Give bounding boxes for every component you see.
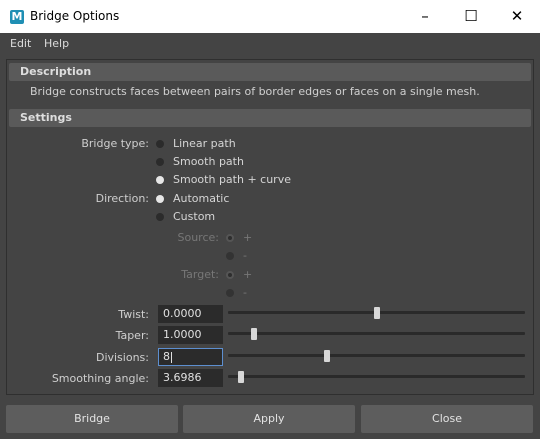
radio-automatic-dot[interactable] — [156, 195, 164, 203]
radio-automatic-label: Automatic — [173, 192, 230, 205]
maximize-button[interactable]: ☐ — [448, 0, 494, 33]
divisions-field[interactable]: 8 — [158, 348, 223, 366]
taper-label: Taper: — [115, 329, 149, 342]
title-bar: M Bridge Options – ☐ ✕ — [0, 0, 540, 33]
window-title: Bridge Options — [30, 9, 120, 23]
options-panel: Description Bridge constructs faces betw… — [6, 59, 534, 395]
divisions-slider-track[interactable] — [228, 354, 525, 357]
radio-linear-path-label: Linear path — [173, 137, 236, 150]
taper-field[interactable]: 1.0000 — [158, 326, 223, 344]
twist-field[interactable]: 0.0000 — [158, 305, 223, 323]
radio-smooth-path-curve-dot[interactable] — [156, 176, 164, 184]
description-section-header[interactable]: Description — [9, 63, 531, 81]
menu-help[interactable]: Help — [44, 37, 69, 50]
smoothing-angle-field[interactable]: 3.6986 — [158, 369, 223, 387]
taper-slider-handle[interactable] — [251, 328, 258, 340]
text-caret — [171, 351, 172, 363]
apply-button[interactable]: Apply — [183, 405, 355, 433]
close-button[interactable]: Close — [361, 405, 533, 433]
smoothing-angle-label: Smoothing angle: — [51, 372, 149, 385]
radio-smooth-path-label: Smooth path — [173, 155, 244, 168]
radio-custom-dot[interactable] — [156, 213, 164, 221]
radio-target-plus-label: + — [243, 268, 253, 281]
radio-linear-path-dot[interactable] — [156, 140, 164, 148]
direction-label: Direction: — [95, 192, 149, 205]
bridge-type-label: Bridge type: — [81, 137, 149, 150]
settings-section-header[interactable]: Settings — [9, 109, 531, 127]
radio-target-minus-label: - — [243, 286, 247, 299]
twist-slider-handle[interactable] — [373, 307, 380, 319]
target-label: Target: — [181, 268, 219, 281]
minimize-button[interactable]: – — [402, 0, 448, 33]
radio-smooth-path-dot[interactable] — [156, 158, 164, 166]
radio-source-minus-label: - — [243, 249, 247, 262]
smoothing-angle-slider-handle[interactable] — [238, 371, 245, 383]
menu-bar: Edit Help — [0, 33, 540, 53]
maya-app-icon: M — [10, 10, 24, 24]
close-window-button[interactable]: ✕ — [494, 0, 540, 33]
radio-custom-label: Custom — [173, 210, 216, 223]
source-label: Source: — [177, 231, 220, 244]
bridge-button[interactable]: Bridge — [6, 405, 178, 433]
menu-edit[interactable]: Edit — [10, 37, 31, 50]
radio-target-minus-dot[interactable] — [226, 289, 234, 297]
radio-source-minus-dot[interactable] — [226, 252, 234, 260]
radio-source-plus-dot[interactable] — [226, 234, 234, 242]
taper-slider-track[interactable] — [228, 332, 525, 335]
radio-source-plus-label: + — [243, 231, 253, 244]
radio-target-plus-dot[interactable] — [226, 271, 234, 279]
divisions-value: 8 — [163, 350, 170, 363]
divisions-label: Divisions: — [95, 351, 149, 364]
description-text: Bridge constructs faces between pairs of… — [30, 85, 480, 98]
smoothing-angle-slider-track[interactable] — [228, 375, 525, 378]
twist-label: Twist: — [118, 308, 149, 321]
radio-smooth-path-curve-label: Smooth path + curve — [173, 173, 291, 186]
divisions-slider-handle[interactable] — [324, 350, 331, 362]
